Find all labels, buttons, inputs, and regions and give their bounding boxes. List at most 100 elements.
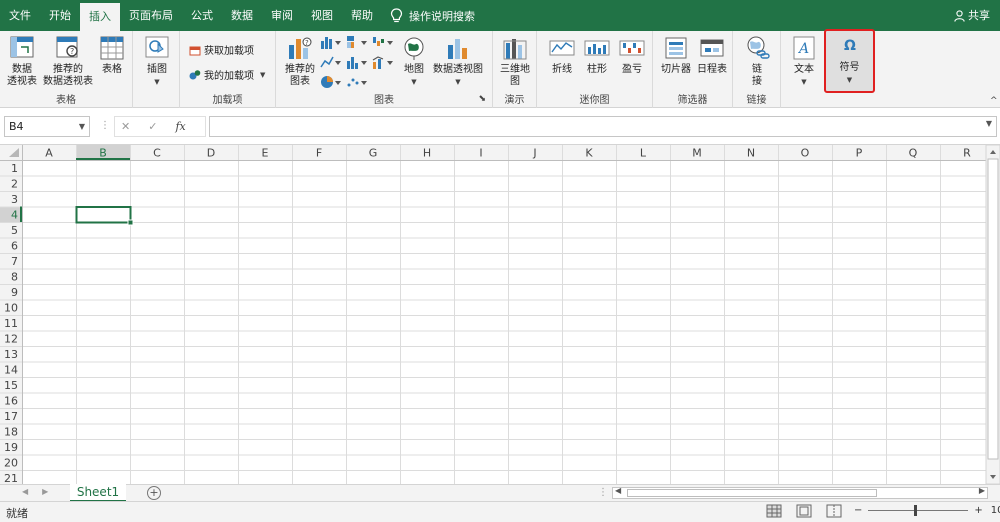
row-header[interactable]: 1 <box>11 162 18 175</box>
row-header[interactable]: 4 <box>11 209 18 222</box>
page-layout-view-icon[interactable] <box>796 504 812 518</box>
column-header[interactable]: J <box>532 147 536 160</box>
column-header[interactable]: L <box>640 147 647 160</box>
tab-view[interactable]: 视图 <box>302 0 342 31</box>
row-header[interactable]: 20 <box>4 457 18 470</box>
column-header[interactable]: C <box>153 147 161 160</box>
row-header[interactable]: 14 <box>4 364 18 377</box>
get-addins-button[interactable]: 获取加载项 <box>189 42 254 57</box>
share-button[interactable]: 共享 <box>954 0 990 31</box>
symbols-button[interactable]: Ω 符号 ▼ <box>824 29 875 93</box>
vertical-scrollbar-thumb[interactable] <box>987 158 999 460</box>
normal-view-icon[interactable] <box>766 504 782 518</box>
pivot-chart-button[interactable]: 数据透视图 ▼ <box>429 35 487 88</box>
row-header[interactable]: 3 <box>11 193 18 206</box>
recommended-charts-button[interactable]: ? 推荐的 图表 <box>280 35 320 88</box>
scroll-right-icon[interactable]: ▶ <box>979 486 985 495</box>
sheet-nav-arrows-icon[interactable]: ◀▶ <box>22 487 62 496</box>
row-header[interactable]: 21 <box>4 472 18 484</box>
sparkline-line-button[interactable]: 折线 <box>545 35 579 76</box>
column-header[interactable]: Q <box>909 147 918 160</box>
chevron-down-icon[interactable]: ▼ <box>986 119 992 128</box>
insert-function-icon[interactable]: fx <box>175 120 185 133</box>
map-chart-button[interactable]: 地图 ▼ <box>400 35 428 88</box>
column-header[interactable]: O <box>801 147 810 160</box>
horizontal-scrollbar[interactable]: ◀ ▶ <box>612 486 988 499</box>
column-header[interactable]: H <box>423 147 431 160</box>
sheet-tab[interactable]: Sheet1 <box>70 484 126 502</box>
name-box[interactable]: B4 ▼ <box>4 116 90 137</box>
column-chart-icon[interactable] <box>320 35 342 49</box>
combo-chart-icon[interactable] <box>372 55 394 69</box>
row-header[interactable]: 15 <box>4 379 18 392</box>
pie-chart-icon[interactable] <box>320 75 342 89</box>
row-header[interactable]: 11 <box>4 317 18 330</box>
row-header[interactable]: 5 <box>11 224 18 237</box>
my-addins-button[interactable]: 我的加载项 ▼ <box>189 67 265 82</box>
column-header[interactable]: M <box>692 147 702 160</box>
tab-review[interactable]: 审阅 <box>262 0 302 31</box>
column-header[interactable]: G <box>369 147 378 160</box>
pivot-table-button[interactable]: 数据 透视表 <box>4 35 40 88</box>
text-button[interactable]: A 文本 ▼ <box>789 35 819 88</box>
tab-home[interactable]: 开始 <box>40 0 80 31</box>
column-header[interactable]: N <box>747 147 755 160</box>
tab-data[interactable]: 数据 <box>222 0 262 31</box>
illustrations-button[interactable]: 插图 ▼ <box>141 35 173 88</box>
formula-input[interactable]: ▼ <box>209 116 997 137</box>
tab-file[interactable]: 文件 <box>0 0 40 31</box>
sparkline-column-button[interactable]: 柱形 <box>580 35 614 76</box>
column-header[interactable]: B <box>99 147 107 160</box>
waterfall-chart-icon[interactable] <box>372 35 394 49</box>
column-header[interactable]: K <box>585 147 593 160</box>
row-header[interactable]: 19 <box>4 441 18 454</box>
link-button[interactable]: 链 接 <box>743 35 771 88</box>
confirm-icon[interactable]: ✓ <box>148 120 157 133</box>
tab-insert[interactable]: 插入 <box>80 3 120 31</box>
tab-formulas[interactable]: 公式 <box>182 0 222 31</box>
row-header[interactable]: 12 <box>4 333 18 346</box>
add-sheet-icon[interactable]: + <box>147 486 161 500</box>
table-button[interactable]: 表格 <box>96 35 128 76</box>
3d-map-button[interactable]: 三维地 图 <box>497 35 533 88</box>
scrollbar-thumb[interactable] <box>627 489 877 497</box>
column-header[interactable]: A <box>45 147 53 160</box>
page-break-view-icon[interactable] <box>826 504 842 518</box>
scatter-chart-icon[interactable] <box>346 75 368 89</box>
drag-handle-icon[interactable]: ⋮ <box>598 487 608 498</box>
row-header[interactable]: 2 <box>11 178 18 191</box>
column-header[interactable]: D <box>207 147 215 160</box>
drag-handle-icon[interactable]: ⋮ <box>100 120 110 131</box>
tab-page-layout[interactable]: 页面布局 <box>120 0 182 31</box>
row-header[interactable]: 13 <box>4 348 18 361</box>
cancel-icon[interactable]: ✕ <box>121 120 130 133</box>
active-cell[interactable] <box>75 206 132 224</box>
column-header[interactable]: I <box>479 147 482 160</box>
row-header[interactable]: 10 <box>4 302 18 315</box>
row-header[interactable]: 8 <box>11 271 18 284</box>
statistic-chart-icon[interactable] <box>346 55 368 69</box>
scroll-left-icon[interactable]: ◀ <box>615 486 621 495</box>
dialog-launcher-icon[interactable]: ⬊ <box>478 94 486 104</box>
row-header[interactable]: 6 <box>11 240 18 253</box>
row-header[interactable]: 16 <box>4 395 18 408</box>
sparkline-winloss-button[interactable]: 盈亏 <box>615 35 649 76</box>
line-chart-icon[interactable] <box>320 55 342 69</box>
tell-me-search[interactable]: 操作说明搜索 <box>382 0 475 31</box>
column-header[interactable]: F <box>316 147 322 160</box>
zoom-out-icon[interactable]: − <box>854 505 862 516</box>
row-header[interactable]: 18 <box>4 426 18 439</box>
slicer-button[interactable]: 切片器 <box>659 35 693 76</box>
column-header[interactable]: R <box>963 147 971 160</box>
zoom-slider-knob[interactable] <box>914 505 918 516</box>
zoom-in-icon[interactable]: + <box>974 505 982 516</box>
timeline-button[interactable]: 日程表 <box>694 35 730 76</box>
hierarchy-chart-icon[interactable] <box>346 35 368 49</box>
chevron-down-icon[interactable]: ▼ <box>79 117 85 136</box>
collapse-ribbon-icon[interactable]: ^ <box>990 96 998 106</box>
row-header[interactable]: 17 <box>4 410 18 423</box>
row-header[interactable]: 7 <box>11 255 18 268</box>
worksheet-grid[interactable]: A B C D E F G H I J K L M N O P Q R 1 2 3 4 5 6 7 8 9 10 11 12 13 14 15 1… <box>0 145 1000 484</box>
tab-help[interactable]: 帮助 <box>342 0 382 31</box>
recommended-pivot-button[interactable]: ? 推荐的 数据透视表 <box>41 35 95 88</box>
